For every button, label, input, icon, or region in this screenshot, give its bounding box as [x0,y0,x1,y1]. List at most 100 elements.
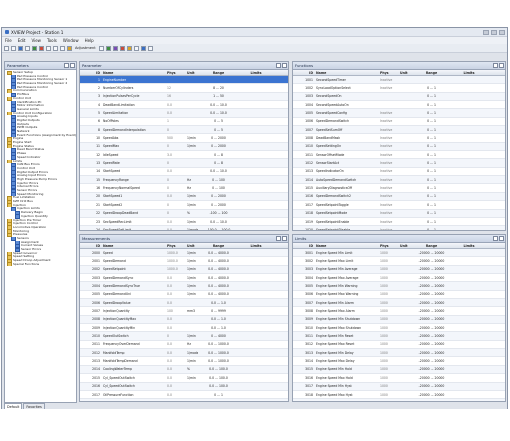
column-header[interactable]: Unit [186,71,198,75]
table-row[interactable]: 11 SpeedMax 0 1/min 0 ... 2000 [80,142,288,152]
column-header[interactable]: Name [102,244,166,248]
open-icon[interactable] [11,45,16,51]
table-row[interactable]: 4 DeadBandLimitation 0.0 0.0 ... 10.0 [80,101,288,110]
close-pane-icon[interactable] [282,236,287,241]
table-row[interactable]: 20 StartSpeed1 0.0 1/min 0 ... 2000 [80,192,288,202]
table-row[interactable]: 12 IdleSpeed 3.0 0 ... 8 [80,151,288,160]
table-row[interactable]: 3018 Engine Speed Max Hyst 1000 -20000 ... … [293,391,505,400]
column-header[interactable]: Unit [186,244,198,248]
table-row[interactable]: 5 SpeedLimitation 0.0 0.0 ... 10.0 [80,109,288,118]
disconnect-icon[interactable] [39,45,44,51]
table-row[interactable]: 13 SpeedRate 0 0 ... 8 [80,159,288,168]
table-row[interactable]: 2005 SpeedDemandUni 0.0 1/min 0.0 ... 4000.0 [80,291,288,300]
settings-icon[interactable] [147,45,153,51]
search-icon[interactable] [67,45,72,51]
table-row[interactable]: 1016 SpeedDemandSwitch2 Inactive 0 ... 1 [293,192,505,202]
menu-window[interactable]: Window [63,38,79,43]
table-row[interactable]: 2015 Cyl_SpeedOutSwitch 0.0 1/min 0.0 ... 10… [80,374,288,383]
table-row[interactable]: 2006 SpeedDroopValue 0.0 0.0 ... 1.0 [80,299,288,308]
table-row[interactable]: 3010 Engine Speed Max Shutdown 1000 -20000 … [293,324,505,333]
table-row[interactable]: 1007 SpeedSetSumOff Inactive 0 ... 1 [293,126,505,135]
column-header[interactable]: ID [80,71,102,75]
table-row[interactable]: 3005 Engine Speed Min Warning 1000 -20000 .… [293,282,505,291]
table-row[interactable]: 3007 Engine Speed Min Alarm 1000 -20000 ...… [293,299,505,308]
table-row[interactable]: 3008 Engine Speed Max Alarm 1000 -20000 ...… [293,307,505,316]
grid-icon[interactable] [98,45,104,51]
table-row[interactable]: 3002 Engine Speed Max Limit 1000 -20000 ...… [293,257,505,266]
table-row[interactable]: 3003 Engine Speed Min Average 1000 -20000 .… [293,265,505,275]
table-row[interactable]: 3009 Engine Speed Min Shutdown 1000 -20000 … [293,315,505,325]
new-icon[interactable] [4,45,9,51]
table-row[interactable]: 1014 AutoSpeedDemandSwitch Inactive 0 ... 1 [293,176,505,185]
tree-item[interactable]: Special Functions [6,262,76,267]
table-row[interactable]: 2002 SpeedSetpoint 1000.0 1/min 0.0 ... 4000… [80,265,288,275]
print-icon[interactable] [25,45,30,51]
pin-icon[interactable] [276,63,281,68]
table-row[interactable]: 3 InjectionPulsesPerCycle 16 1 ... 50 [80,92,288,102]
column-header[interactable]: Phys [379,244,399,248]
column-header[interactable]: Name [102,71,166,75]
table-row[interactable]: 1019 SpeedSetpointEnable Inactive 0 ... 1 [293,218,505,227]
table-row[interactable]: 1013 SpeedIndicatorOn Inactive 0 ... 1 [293,168,505,177]
tool-icon[interactable] [112,45,118,51]
table-row[interactable]: 1015 AuxiliaryDiagnosticsOff Inactive 0 ...… [293,184,505,193]
paste-icon[interactable] [60,45,65,51]
table-row[interactable]: 2013 ManifoldTempDemand 0.0 1/min 0.0 ... 10… [80,357,288,366]
close-pane-icon[interactable] [70,63,75,68]
table-row[interactable]: 2014 CoolingWaterTemp 0.0% 0.0 ... 100.0 [80,365,288,375]
column-header[interactable]: Limits [451,244,486,248]
table-row[interactable]: 1010 SpeedSettingOn Inactive 0 ... 1 [293,142,505,152]
column-header[interactable]: Range [411,244,451,248]
table-row[interactable]: 3011 Engine Speed Min Reset 1000 -20000 ...… [293,332,505,341]
table-row[interactable]: 3006 Engine Speed Max Warning 1000 -20000 .… [293,291,505,300]
table-row[interactable]: 1017 SpeedSetpointToggle Inactive 0 ... 1 [293,201,505,210]
table-row[interactable]: 2012 ManifoldTemp 0.0 1/mode 0.0 ... 1000.0 [80,349,288,358]
table-row[interactable]: 1006 SpeedDemandSwitch Inactive 0 ... 1 [293,118,505,127]
table-row[interactable]: 2016 Cyl_SpeedOutSwitch 0.0 0.0 ... 100.0 [80,382,288,391]
table-row[interactable]: 2009 InjectionQuantityMin 0.0 0.0 ... 1.0 [80,324,288,333]
close-pane-icon[interactable] [499,63,504,68]
menu-file[interactable]: File [5,38,12,43]
stop-icon[interactable] [119,45,125,51]
table-row[interactable]: 2017 OilPressureFunction 0.0 0 ... 1 [80,391,288,400]
pin-icon[interactable] [276,236,281,241]
table-row[interactable]: 1001 SecondSpeedTimer Inactive [293,76,505,85]
column-header[interactable]: Range [411,71,451,75]
column-header[interactable]: Name [315,71,379,75]
column-header[interactable]: Phys [379,71,399,75]
table-row[interactable]: 2010 SpeedOutSwitch 0 1/min 0 ... 4000 [80,332,288,341]
save-icon[interactable] [18,45,23,51]
column-header[interactable]: Limits [238,71,273,75]
column-header[interactable]: Name [315,244,379,248]
info-icon[interactable] [140,45,146,51]
table-row[interactable]: 3014 Engine Speed Max Delay 1000 -20000 ...… [293,357,505,366]
table-row[interactable]: 3017 Engine Speed Min Hyst 1000 -20000 ... … [293,382,505,391]
table-row[interactable]: 1002 SyncLoadOptionSelect Inactive 0 ... 1 [293,84,505,93]
column-header[interactable]: ID [293,71,315,75]
chart-icon[interactable] [105,45,111,51]
table-row[interactable]: 10 SpeedAbs 500 1/min 0 ... 2000 [80,134,288,143]
column-header[interactable]: Limits [451,71,486,75]
column-header[interactable]: Range [198,71,238,75]
table-row[interactable]: 8 SpeedDemandInterpolation 0 0 ... 5 [80,126,288,135]
connect-icon[interactable] [32,45,37,51]
table-row[interactable]: 6 NoOfPoles 1 0 ... 5 [80,118,288,127]
column-header[interactable]: Phys [166,71,186,75]
table-row[interactable]: 2018OilPressureFunctionMax0.0 0 ... 1 [80,399,288,401]
column-header[interactable]: Range [198,244,238,248]
minimize-icon[interactable] [483,29,489,35]
table-row[interactable]: 1005 SecondSpeedConfig Inactive 0 ... 1 [293,109,505,118]
pin-icon[interactable] [64,63,69,68]
table-row[interactable]: 22 SpeedDroopDeadBand 0% -100 ... 100 [80,209,288,218]
close-pane-icon[interactable] [282,63,287,68]
table-row[interactable]: 1 EngineNumber [80,76,288,85]
table-row[interactable]: 21 StartSpeed2 0 1/min 0 ... 2000 [80,201,288,210]
table-row[interactable]: 1011 SensorOffsetMode Inactive 0 ... 1 [293,151,505,160]
table-row[interactable]: 3012 Engine Speed Max Reset 1000 -20000 ...… [293,341,505,350]
table-row[interactable]: 2008 InjectionQuantityMax 0.0 0.0 ... 1.0 [80,315,288,325]
table-row[interactable]: 1018 SpeedSetpointMode Inactive 0 ... 1 [293,209,505,218]
maximize-icon[interactable] [491,29,497,35]
pin-icon[interactable] [493,236,498,241]
table-row[interactable]: 1020 SpeedSetpointDisable Inactive 0 ... 1 [293,226,505,230]
table-row[interactable]: 24 SecSpeedSetLimit 0.0 1/mode -100.0 ... 10… [80,226,288,230]
